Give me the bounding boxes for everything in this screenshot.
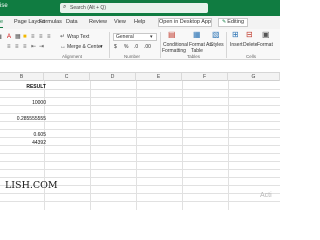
result-value-cell[interactable]: 0.285555555	[17, 116, 46, 122]
wrap-text-button[interactable]: Wrap Text	[67, 34, 89, 40]
ribbon: I A ▦ ■ ≡ ≡ ≡ ≡ ≡ ≡ ⇤ ⇥ ↵ Wrap Text ↔ Me…	[0, 29, 280, 60]
insert-cells-icon[interactable]: ⊞	[232, 31, 239, 39]
number-format-value: General	[116, 34, 134, 40]
pencil-icon: ✎	[222, 19, 227, 25]
ribbon-divider	[109, 32, 110, 58]
align-bottom-icon[interactable]: ≡	[47, 34, 51, 40]
row-line	[0, 201, 280, 202]
align-right-icon[interactable]: ≡	[23, 44, 27, 50]
open-in-desktop-button[interactable]: Open in Desktop App	[158, 18, 212, 27]
search-box[interactable]: ⌕ Search (Alt + Q)	[60, 3, 208, 13]
search-input[interactable]: Search (Alt + Q)	[70, 5, 106, 11]
format-cells-icon[interactable]: ▣	[262, 31, 270, 39]
result-value-cell[interactable]: 0.605	[33, 132, 46, 138]
number-group-label: Number	[124, 54, 141, 59]
ribbon-tabs: e Page Layout Formulas Data Review View …	[0, 16, 280, 29]
site-watermark: LISH.COM	[5, 180, 58, 191]
ribbon-divider	[160, 32, 161, 58]
align-left-icon[interactable]: ≡	[7, 44, 11, 50]
row-line	[0, 193, 280, 194]
insert-button[interactable]: Insert	[230, 42, 243, 48]
title-bar: ise ⌕ Search (Alt + Q)	[0, 0, 280, 16]
border-icon[interactable]: ▦	[15, 34, 21, 40]
column-line	[182, 81, 183, 210]
column-header-d[interactable]: D	[90, 73, 136, 81]
chevron-down-icon: ▾	[150, 34, 153, 40]
column-headers: B C D E F G	[0, 73, 280, 81]
tab-home[interactable]: e	[0, 19, 4, 28]
result-value-cell[interactable]: 10000	[32, 100, 46, 106]
column-line	[90, 81, 91, 210]
tab-review[interactable]: Review	[89, 19, 107, 25]
italic-icon[interactable]: I	[0, 35, 2, 41]
styles-icon[interactable]: ▧	[212, 31, 220, 39]
column-header-f[interactable]: F	[182, 73, 228, 81]
decrease-decimal-icon[interactable]: .0	[134, 44, 138, 50]
increase-indent-icon[interactable]: ⇥	[39, 44, 44, 50]
result-header-cell[interactable]: RESULT	[26, 84, 46, 90]
tab-view[interactable]: View	[114, 19, 126, 25]
conditional-formatting-icon[interactable]: ▤	[168, 31, 176, 39]
column-header-c[interactable]: C	[44, 73, 90, 81]
number-format-select[interactable]: General ▾	[113, 33, 157, 41]
align-middle-icon[interactable]: ≡	[39, 34, 43, 40]
ribbon-divider	[226, 32, 227, 58]
editing-label: Editing	[227, 19, 245, 25]
format-as-table-icon[interactable]: ▦	[193, 31, 201, 39]
row-line	[0, 113, 280, 114]
cells-group-label: Cells	[246, 54, 257, 59]
decrease-indent-icon[interactable]: ⇤	[31, 44, 36, 50]
column-line	[136, 81, 137, 210]
format-button[interactable]: Format	[257, 42, 273, 48]
tab-data[interactable]: Data	[66, 19, 78, 25]
merge-dropdown-icon[interactable]: ▾	[100, 44, 103, 50]
align-center-icon[interactable]: ≡	[15, 44, 19, 50]
conditional-formatting-label: Formatting	[162, 48, 186, 54]
row-line	[0, 129, 280, 130]
editing-mode-button[interactable]: ✎Editing	[218, 18, 248, 27]
row-line	[0, 169, 280, 170]
tab-formulas[interactable]: Formulas	[39, 19, 62, 25]
currency-format-button[interactable]: $	[114, 44, 117, 50]
row-line	[0, 161, 280, 162]
column-line	[228, 81, 229, 210]
search-icon: ⌕	[63, 4, 67, 10]
column-header-b[interactable]: B	[0, 73, 44, 81]
delete-cells-icon[interactable]: ⊟	[246, 31, 253, 39]
alignment-group-label: Alignment	[62, 54, 83, 59]
align-top-icon[interactable]: ≡	[31, 34, 35, 40]
row-line	[0, 97, 280, 98]
app-title: ise	[0, 3, 8, 9]
tab-help[interactable]: Help	[134, 19, 145, 25]
tables-group-label: Tables	[187, 54, 201, 59]
font-color-icon[interactable]: A	[7, 34, 11, 40]
column-header-e[interactable]: E	[136, 73, 182, 81]
increase-decimal-icon[interactable]: .00	[144, 44, 151, 50]
wrap-text-icon: ↵	[60, 34, 66, 40]
merge-center-icon: ↔	[60, 44, 66, 50]
fill-color-icon[interactable]: ■	[23, 34, 27, 40]
styles-button[interactable]: Styles	[210, 42, 224, 48]
formula-bar[interactable]	[0, 61, 280, 73]
row-line	[0, 153, 280, 154]
result-value-cell[interactable]: 44392	[32, 140, 46, 146]
activate-windows-notice: Acti	[260, 192, 272, 199]
percent-format-button[interactable]: %	[124, 44, 128, 50]
merge-center-button[interactable]: Merge & Center	[67, 44, 102, 50]
column-header-g[interactable]: G	[228, 73, 280, 81]
row-line	[0, 177, 280, 178]
delete-button[interactable]: Delete	[243, 42, 257, 48]
